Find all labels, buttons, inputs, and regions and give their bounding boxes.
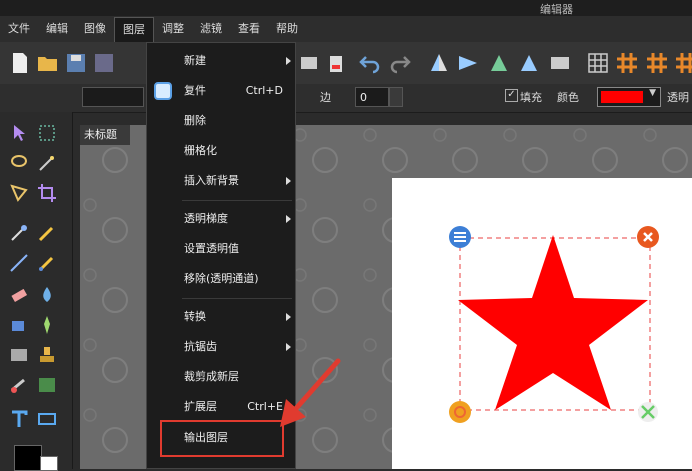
fill-label: 填充 xyxy=(520,91,542,104)
menu-item-delete[interactable]: 删除 xyxy=(147,106,295,136)
submenu-arrow-icon xyxy=(286,343,291,351)
open-folder-icon[interactable] xyxy=(36,51,60,75)
title-bar: 编辑器 xyxy=(0,0,692,16)
highlight-box xyxy=(160,420,284,457)
menu-item-duplicate[interactable]: 复件 Ctrl+D xyxy=(147,76,295,106)
edge-stepper[interactable] xyxy=(389,87,403,107)
hash-grid-icon-2[interactable] xyxy=(645,51,669,75)
eraser-icon[interactable] xyxy=(8,284,30,306)
save-as-icon[interactable] xyxy=(92,51,116,75)
tool-panel xyxy=(0,112,73,471)
fill-checkbox[interactable]: ✓ xyxy=(505,89,518,102)
flip-horizontal-icon[interactable] xyxy=(427,51,451,75)
menu-filter[interactable]: 滤镜 xyxy=(192,17,230,41)
rotate-handle-icon xyxy=(449,401,471,423)
resize-handle-icon xyxy=(638,402,658,422)
red-star-shape xyxy=(458,235,648,410)
eyedropper-icon[interactable] xyxy=(8,222,30,244)
flip-vertical-icon[interactable] xyxy=(456,51,480,75)
annotation-arrow-icon xyxy=(280,358,341,427)
submenu-arrow-icon xyxy=(286,313,291,321)
pencil-icon[interactable] xyxy=(36,222,58,244)
menu-separator xyxy=(182,200,292,201)
hash-grid-icon-1[interactable] xyxy=(615,51,639,75)
menu-item-insert-background[interactable]: 插入新背景 xyxy=(147,166,295,196)
polygon-lasso-icon[interactable] xyxy=(8,182,30,204)
rotate-left-icon[interactable] xyxy=(487,51,511,75)
menu-item-transparent-gradient[interactable]: 透明梯度 xyxy=(147,204,295,234)
edge-label: 边 xyxy=(320,91,331,104)
canvas-drawing xyxy=(449,226,659,423)
clone-stamp-icon[interactable] xyxy=(36,344,58,366)
save-icon[interactable] xyxy=(64,51,88,75)
menu-file[interactable]: 文件 xyxy=(0,17,38,41)
edge-input[interactable]: 0 xyxy=(355,87,389,107)
brush-icon[interactable] xyxy=(36,252,58,274)
document-canvas[interactable] xyxy=(392,178,692,469)
hash-grid-icon-3[interactable] xyxy=(674,51,692,75)
menu-item-new[interactable]: 新建 xyxy=(147,46,295,76)
duplicate-icon xyxy=(154,82,172,100)
menu-bar: 文件 编辑 图像 图层 调整 滤镜 查看 帮助 xyxy=(0,16,692,42)
chevron-down-icon: ▼ xyxy=(649,88,656,98)
image-insert-icon[interactable] xyxy=(36,374,58,396)
redo-icon[interactable] xyxy=(388,51,412,75)
color-label: 颜色 xyxy=(557,91,579,104)
menu-edit[interactable]: 编辑 xyxy=(38,17,76,41)
size-input[interactable] xyxy=(82,87,144,107)
menu-help[interactable]: 帮助 xyxy=(268,17,306,41)
sharpen-icon[interactable] xyxy=(36,314,58,336)
menu-item-set-transparency[interactable]: 设置透明值 xyxy=(147,234,295,264)
fill-bucket-icon[interactable] xyxy=(8,314,30,336)
print-icon[interactable] xyxy=(297,51,321,75)
lasso-icon[interactable] xyxy=(8,152,30,174)
color-swatch xyxy=(601,91,643,103)
main-toolbar xyxy=(0,42,692,85)
marquee-icon[interactable] xyxy=(36,122,58,144)
text-tool-icon[interactable] xyxy=(8,408,30,430)
trash-icon[interactable] xyxy=(324,51,348,75)
menu-view[interactable]: 查看 xyxy=(230,17,268,41)
transparency-label: 透明 xyxy=(667,91,689,104)
grid-icon[interactable] xyxy=(586,51,610,75)
menu-adjust[interactable]: 调整 xyxy=(154,17,192,41)
line-icon[interactable] xyxy=(8,252,30,274)
magic-wand-icon[interactable] xyxy=(36,152,58,174)
gradient-icon[interactable] xyxy=(8,344,30,366)
new-file-icon[interactable] xyxy=(8,51,32,75)
close-handle-icon xyxy=(637,226,659,248)
menu-layer[interactable]: 图层 xyxy=(114,16,154,42)
rotate-right-icon[interactable] xyxy=(517,51,541,75)
menu-separator xyxy=(182,298,292,299)
menu-item-convert[interactable]: 转换 xyxy=(147,302,295,332)
window-title: 编辑器 xyxy=(540,3,573,16)
select-arrow-icon[interactable] xyxy=(8,122,30,144)
resize-icon[interactable] xyxy=(548,51,572,75)
document-tab[interactable]: 未标题 xyxy=(80,125,130,145)
crop-icon[interactable] xyxy=(36,182,58,204)
submenu-arrow-icon xyxy=(286,57,291,65)
smudge-icon[interactable] xyxy=(8,374,30,396)
menu-image[interactable]: 图像 xyxy=(76,17,114,41)
submenu-arrow-icon xyxy=(286,215,291,223)
menu-item-remove-alpha[interactable]: 移除(透明通道) xyxy=(147,264,295,294)
menu-handle-icon xyxy=(449,226,471,248)
color-picker[interactable]: ▼ xyxy=(597,87,661,107)
menu-item-rasterize[interactable]: 栅格化 xyxy=(147,136,295,166)
blur-drop-icon[interactable] xyxy=(36,284,58,306)
rectangle-tool-icon[interactable] xyxy=(36,408,58,430)
undo-icon[interactable] xyxy=(358,51,382,75)
options-bar: 边 0 ✓ 填充 颜色 ▼ 透明 xyxy=(0,84,692,113)
foreground-color-swatch[interactable] xyxy=(14,445,42,471)
submenu-arrow-icon xyxy=(286,177,291,185)
